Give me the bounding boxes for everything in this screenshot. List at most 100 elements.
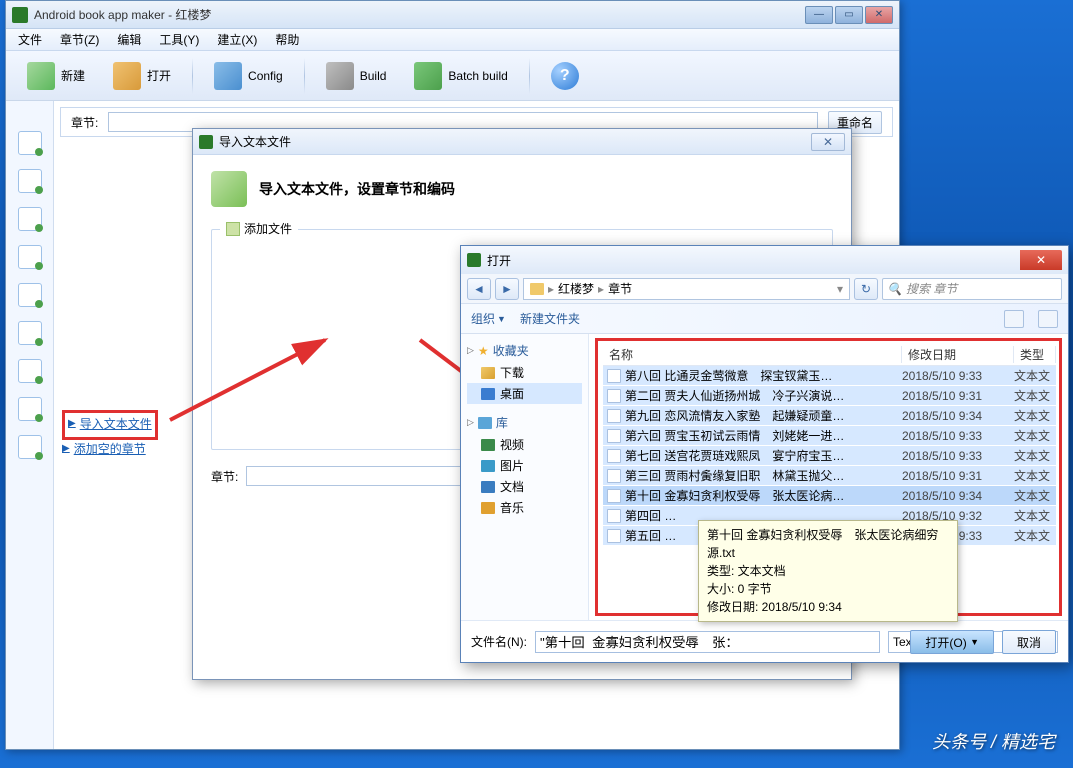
- file-name: 第六回 贾宝玉初试云雨情 刘姥姥一进…: [625, 427, 902, 444]
- file-date: 2018/5/10 9:31: [902, 469, 1014, 483]
- open-dialog-close-button[interactable]: ✕: [1020, 250, 1062, 270]
- menu-tools[interactable]: 工具(Y): [151, 29, 207, 50]
- left-rail: [6, 101, 54, 749]
- import-header-icon: [211, 171, 247, 207]
- file-row[interactable]: 第十回 金寡妇贪利权受辱 张太医论病…2018/5/10 9:34文本文: [603, 486, 1056, 506]
- build-label: Build: [360, 69, 387, 83]
- file-type: 文本文: [1014, 387, 1056, 404]
- file-name: 第八回 比通灵金莺微意 探宝钗黛玉…: [625, 367, 902, 384]
- organize-label: 组织: [471, 310, 495, 327]
- library-icon: [478, 417, 492, 429]
- new-icon: [27, 62, 55, 90]
- col-type[interactable]: 类型: [1014, 346, 1056, 363]
- new-folder-button[interactable]: 新建文件夹: [520, 310, 580, 327]
- folder-icon: [530, 283, 544, 295]
- chevron-icon: ▶: [68, 418, 76, 429]
- sidebar-library[interactable]: ▷库: [467, 414, 582, 431]
- crumb-root[interactable]: 红楼梦: [558, 280, 594, 297]
- refresh-button[interactable]: ↻: [854, 278, 878, 300]
- sidebar-downloads[interactable]: 下载: [467, 362, 582, 383]
- sidebar-desktop[interactable]: 桌面: [467, 383, 582, 404]
- view-button[interactable]: [1004, 310, 1024, 328]
- file-date: 2018/5/10 9:31: [902, 389, 1014, 403]
- config-button[interactable]: Config: [203, 55, 294, 97]
- open-btn-label: 打开(O): [925, 634, 966, 651]
- rail-icon[interactable]: [18, 435, 42, 459]
- rail-icon[interactable]: [18, 397, 42, 421]
- batch-build-button[interactable]: Batch build: [403, 55, 518, 97]
- file-type: 文本文: [1014, 447, 1056, 464]
- music-icon: [481, 502, 495, 514]
- fieldset-icon: [226, 222, 240, 236]
- file-row[interactable]: 第六回 贾宝玉初试云雨情 刘姥姥一进…2018/5/10 9:33文本文: [603, 426, 1056, 446]
- build-button[interactable]: Build: [315, 55, 398, 97]
- rail-icon[interactable]: [18, 283, 42, 307]
- separator: [192, 58, 193, 94]
- close-button[interactable]: ✕: [865, 6, 893, 24]
- forward-button[interactable]: ►: [495, 278, 519, 300]
- filename-input[interactable]: [535, 631, 880, 653]
- video-icon: [481, 439, 495, 451]
- help-icon: ?: [551, 62, 579, 90]
- help-button[interactable]: ?: [540, 55, 590, 97]
- rail-icon[interactable]: [18, 131, 42, 155]
- crumb-sub[interactable]: 章节: [608, 280, 632, 297]
- help-button[interactable]: [1038, 310, 1058, 328]
- sidebar-documents[interactable]: 文档: [467, 476, 582, 497]
- tooltip-date: 修改日期: 2018/5/10 9:34: [707, 598, 949, 616]
- maximize-button[interactable]: ▭: [835, 6, 863, 24]
- file-row[interactable]: 第九回 恋风流情友入家塾 起嫌疑顽童…2018/5/10 9:34文本文: [603, 406, 1056, 426]
- search-input[interactable]: 🔍搜索 章节: [882, 278, 1062, 300]
- window-title: Android book app maker - 红楼梦: [34, 6, 803, 23]
- file-type: 文本文: [1014, 367, 1056, 384]
- nav-bar: ◄ ► ▸ 红楼梦 ▸ 章节 ▾ ↻ 🔍搜索 章节: [461, 274, 1068, 304]
- desktop-icon: [481, 388, 495, 400]
- fav-label: 收藏夹: [493, 342, 529, 359]
- menu-edit[interactable]: 编辑: [109, 29, 149, 50]
- import-text-link[interactable]: ▶导入文本文件: [68, 415, 152, 432]
- file-name: 第十回 金寡妇贪利权受辱 张太医论病…: [625, 487, 902, 504]
- batch-icon: [414, 62, 442, 90]
- open-button[interactable]: 打开(O) ▼: [910, 630, 994, 654]
- sidebar-music[interactable]: 音乐: [467, 497, 582, 518]
- sidebar-favorites[interactable]: ▷★收藏夹: [467, 342, 582, 359]
- dialog-close-button[interactable]: ✕: [811, 133, 845, 151]
- download-icon: [481, 367, 495, 379]
- new-button[interactable]: 新建: [16, 55, 96, 97]
- file-icon: [607, 369, 621, 383]
- file-type: 文本文: [1014, 427, 1056, 444]
- menu-build[interactable]: 建立(X): [209, 29, 265, 50]
- rail-icon[interactable]: [18, 245, 42, 269]
- link-block: ▶导入文本文件 ▶添加空的章节: [62, 410, 158, 460]
- open-button[interactable]: 打开: [102, 55, 182, 97]
- back-button[interactable]: ◄: [467, 278, 491, 300]
- cancel-button[interactable]: 取消: [1002, 630, 1056, 654]
- tooltip: 第十回 金寡妇贪利权受辱 张太医论病细穷源.txt 类型: 文本文档 大小: 0…: [698, 520, 958, 622]
- file-row[interactable]: 第八回 比通灵金莺微意 探宝钗黛玉…2018/5/10 9:33文本文: [603, 366, 1056, 386]
- filename-label: 文件名(N):: [471, 633, 527, 650]
- rail-icon[interactable]: [18, 321, 42, 345]
- file-row[interactable]: 第三回 贾雨村夤缘复旧职 林黛玉抛父…2018/5/10 9:31文本文: [603, 466, 1056, 486]
- col-date[interactable]: 修改日期: [902, 346, 1014, 363]
- menu-help[interactable]: 帮助: [267, 29, 307, 50]
- rail-icon[interactable]: [18, 207, 42, 231]
- minimize-button[interactable]: —: [805, 6, 833, 24]
- organize-button[interactable]: 组织 ▼: [471, 310, 506, 327]
- open-icon: [113, 62, 141, 90]
- sidebar-videos[interactable]: 视频: [467, 434, 582, 455]
- rail-icon[interactable]: [18, 359, 42, 383]
- open-toolbar: 组织 ▼ 新建文件夹: [461, 304, 1068, 334]
- menubar: 文件 章节(Z) 编辑 工具(Y) 建立(X) 帮助: [6, 29, 899, 51]
- rail-icon[interactable]: [18, 169, 42, 193]
- breadcrumb[interactable]: ▸ 红楼梦 ▸ 章节 ▾: [523, 278, 850, 300]
- sidebar-pictures[interactable]: 图片: [467, 455, 582, 476]
- chevron-icon: ▶: [62, 443, 70, 454]
- file-date: 2018/5/10 9:33: [902, 369, 1014, 383]
- col-name[interactable]: 名称: [603, 346, 902, 363]
- menu-chapter[interactable]: 章节(Z): [52, 29, 107, 50]
- file-name: 第二回 贾夫人仙逝扬州城 冷子兴演说…: [625, 387, 902, 404]
- menu-file[interactable]: 文件: [10, 29, 50, 50]
- add-blank-chapter-link[interactable]: ▶添加空的章节: [62, 440, 158, 457]
- file-row[interactable]: 第二回 贾夫人仙逝扬州城 冷子兴演说…2018/5/10 9:31文本文: [603, 386, 1056, 406]
- file-row[interactable]: 第七回 送宫花贾琏戏熙凤 宴宁府宝玉…2018/5/10 9:33文本文: [603, 446, 1056, 466]
